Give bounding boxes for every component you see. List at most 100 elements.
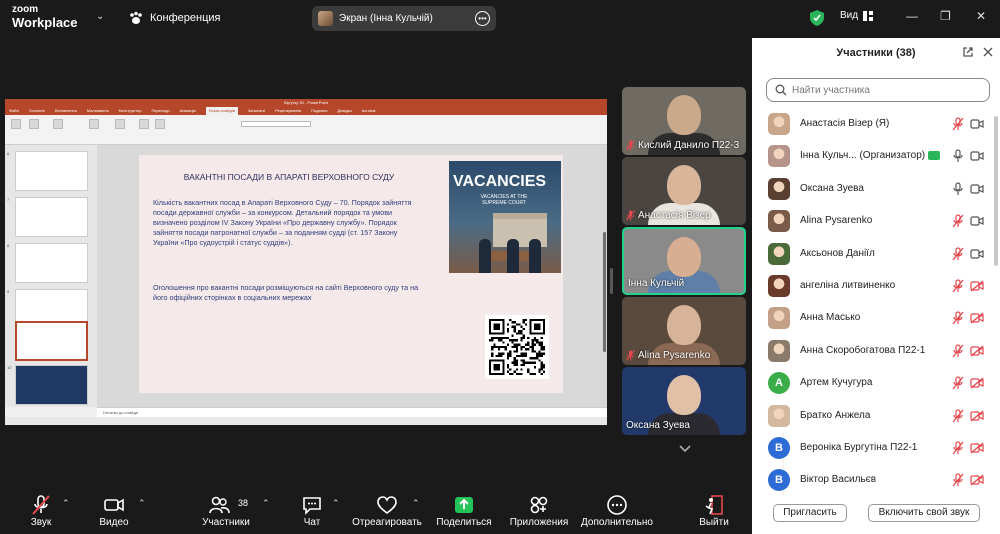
ppt-tab[interactable]: Анімація <box>180 107 196 115</box>
participant-row[interactable]: B Віктор Васильєв <box>752 464 992 496</box>
ribbon-button[interactable] <box>139 119 149 129</box>
mic-off-icon[interactable] <box>952 246 964 261</box>
ribbon-dropdown[interactable] <box>241 121 311 127</box>
share-scrollbar[interactable] <box>603 232 606 352</box>
panel-scrollbar[interactable] <box>994 116 998 266</box>
shared-screen[interactable]: Вір'утку 30 - PowerPoint Файл Основне Вста… <box>5 99 607 425</box>
ppt-tab[interactable]: Показ слайдів <box>205 107 238 115</box>
slide-thumbnail[interactable] <box>15 197 88 237</box>
chevron-up-icon[interactable]: ⌃ <box>262 498 270 509</box>
ppt-tab[interactable]: Основне <box>29 107 45 115</box>
chevron-up-icon[interactable]: ⌃ <box>138 498 146 509</box>
participant-row[interactable]: A Артем Кучугура <box>752 367 992 399</box>
camera-icon[interactable] <box>970 183 984 195</box>
participants-button[interactable]: 38 Участники <box>198 482 254 534</box>
mic-off-icon[interactable] <box>952 279 964 293</box>
restore-icon[interactable]: ❐ <box>940 9 951 23</box>
ribbon-button[interactable] <box>89 119 99 129</box>
participant-row[interactable]: Анна Масько <box>752 302 992 334</box>
chevron-up-icon[interactable]: ⌃ <box>62 498 70 509</box>
ppt-tab[interactable]: Рецензування <box>275 107 301 115</box>
mic-icon[interactable] <box>952 182 964 196</box>
chat-button[interactable]: Чат <box>296 482 328 534</box>
participant-row[interactable]: Анна Скоробогатова П22-1 <box>752 335 992 367</box>
camera-off-icon[interactable] <box>970 345 984 357</box>
participant-row[interactable]: Оксана Зуева <box>752 173 992 205</box>
ppt-tab[interactable]: Вставлення <box>55 107 77 115</box>
video-tile[interactable]: Кислий Данило П22-3 <box>622 87 746 155</box>
mic-icon[interactable] <box>952 149 964 163</box>
screen-share-pill[interactable]: Экран (Інна Кульчій) ••• <box>312 6 496 31</box>
ribbon-button[interactable] <box>155 119 165 129</box>
view-button[interactable]: Вид <box>840 10 874 21</box>
slide-thumbnail[interactable] <box>15 243 88 283</box>
slide-notes[interactable]: Нотатки до слайда <box>97 407 607 417</box>
slide-thumbnail-selected[interactable] <box>15 321 88 361</box>
mic-off-icon[interactable] <box>952 473 964 487</box>
mic-off-icon[interactable] <box>952 311 964 325</box>
camera-off-icon[interactable] <box>970 474 984 486</box>
video-tile[interactable]: Анастасія Візер <box>622 157 746 225</box>
meeting-info-button[interactable]: Конференция <box>128 10 220 26</box>
close-icon[interactable] <box>982 46 994 58</box>
video-tile[interactable]: Оксана Зуева <box>622 367 746 435</box>
audio-button[interactable]: Звук <box>20 482 62 534</box>
slide-thumbnail[interactable] <box>15 151 88 191</box>
ppt-tab[interactable]: Конструктор <box>119 107 142 115</box>
participant-row[interactable]: Alina Pysarenko <box>752 205 992 237</box>
camera-icon[interactable] <box>970 150 984 162</box>
chevron-up-icon[interactable]: ⌃ <box>332 498 340 509</box>
ppt-tab[interactable]: Переходи <box>151 107 169 115</box>
ribbon-button[interactable] <box>115 119 125 129</box>
slide-thumbnail[interactable] <box>15 365 88 405</box>
mic-off-icon[interactable] <box>952 441 964 455</box>
ppt-tab[interactable]: Acrobat <box>362 107 376 115</box>
splitter-handle[interactable] <box>610 268 613 294</box>
participant-row[interactable]: Інна Кульч... (Организатор) <box>752 140 992 172</box>
video-button[interactable]: Видео <box>92 482 136 534</box>
ribbon-button[interactable] <box>53 119 63 129</box>
camera-off-icon[interactable] <box>970 410 984 422</box>
current-slide[interactable]: ВАКАНТНІ ПОСАДИ В АПАРАТІ ВЕРХОВНОГО СУД… <box>139 155 563 393</box>
mic-off-icon[interactable] <box>952 376 964 390</box>
camera-icon[interactable] <box>970 118 984 130</box>
mic-off-icon[interactable] <box>952 117 964 131</box>
camera-off-icon[interactable] <box>970 377 984 389</box>
participant-row[interactable]: B Вероніка Бургутіна П22-1 <box>752 432 992 464</box>
more-button[interactable]: Дополнительно <box>580 482 654 534</box>
share-button[interactable]: Поделиться <box>436 482 492 534</box>
camera-off-icon[interactable] <box>970 442 984 454</box>
participant-row[interactable]: ангеліна литвиненко <box>752 270 992 302</box>
invite-button[interactable]: Пригласить <box>773 504 847 522</box>
camera-icon[interactable] <box>970 215 984 227</box>
ribbon-button[interactable] <box>11 119 21 129</box>
mic-off-icon[interactable] <box>952 408 964 423</box>
chevron-up-icon[interactable]: ⌃ <box>412 498 420 509</box>
ppt-tab[interactable]: Записати <box>248 107 265 115</box>
participant-search[interactable] <box>766 78 990 102</box>
mic-off-icon[interactable] <box>952 344 964 358</box>
participant-row[interactable]: Братко Анжела <box>752 400 992 432</box>
apps-button[interactable]: Приложения <box>508 482 570 534</box>
ppt-tab[interactable]: Подання <box>311 107 327 115</box>
minimize-icon[interactable]: — <box>906 9 918 23</box>
unmute-self-button[interactable]: Включить свой звук <box>868 504 980 522</box>
camera-off-icon[interactable] <box>970 312 984 324</box>
ribbon-button[interactable] <box>29 119 39 129</box>
video-tile[interactable]: Alina Pysarenko <box>622 297 746 365</box>
ppt-tab[interactable]: Довідка <box>337 107 351 115</box>
video-tile[interactable]: Інна Кульчій <box>622 227 746 295</box>
more-icon[interactable]: ••• <box>475 11 490 26</box>
camera-icon[interactable] <box>970 248 984 260</box>
leave-button[interactable]: Выйти <box>694 482 734 534</box>
ppt-tab[interactable]: Файл <box>9 107 19 115</box>
shield-icon[interactable] <box>810 10 824 26</box>
camera-off-icon[interactable] <box>970 280 984 292</box>
participant-row[interactable]: Аксьонов Даніїл <box>752 238 992 270</box>
popout-icon[interactable] <box>962 46 974 58</box>
search-input[interactable] <box>792 84 972 96</box>
chevron-down-icon[interactable]: ⌄ <box>96 11 104 22</box>
ppt-tab[interactable]: Малювання <box>87 107 109 115</box>
chevron-down-icon[interactable] <box>678 444 692 454</box>
participant-row[interactable]: Анастасія Візер (Я) <box>752 108 992 140</box>
